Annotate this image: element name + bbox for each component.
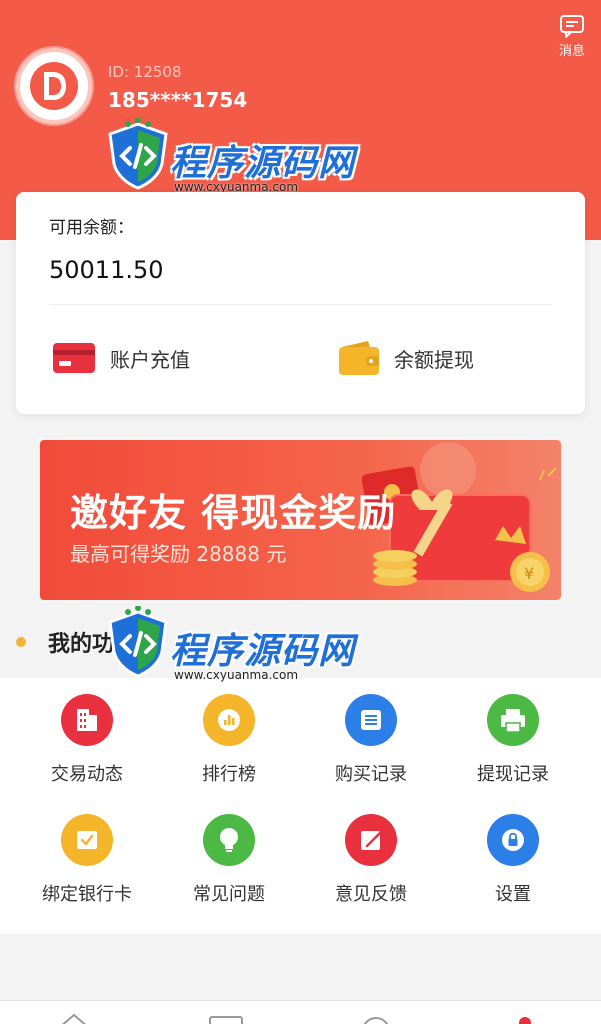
user-id: ID: 12508: [108, 63, 182, 81]
func-label: 交易动态: [51, 764, 123, 785]
recharge-button[interactable]: 账户充值: [52, 336, 190, 380]
list-icon: [345, 694, 397, 746]
banner-title: 邀好友 得现金奖励: [70, 491, 397, 535]
balance-value: 50011.50: [49, 256, 164, 284]
lock-icon: [487, 814, 539, 866]
orders-icon: [209, 1016, 243, 1024]
func-label: 设置: [495, 884, 531, 905]
func-settings[interactable]: 设置: [438, 814, 588, 906]
banner-subtitle: 最高可得奖励 28888 元: [70, 542, 287, 566]
section-title: 我的功能: [48, 632, 137, 657]
func-withdraw-records[interactable]: 提现记录: [438, 694, 588, 786]
balance-label: 可用余额：: [49, 218, 134, 238]
tab-home[interactable]: [54, 1011, 94, 1024]
func-label: 绑定银行卡: [42, 884, 132, 905]
divider: [49, 304, 552, 305]
func-faq[interactable]: 常见问题: [154, 814, 304, 906]
wallet-icon: [339, 341, 379, 375]
func-ranking[interactable]: 排行榜: [154, 694, 304, 786]
func-label: 排行榜: [202, 764, 256, 785]
recharge-label: 账户充值: [110, 347, 190, 372]
user-phone: 185****1754: [108, 88, 248, 112]
func-label: 提现记录: [477, 764, 549, 785]
building-icon: [61, 694, 113, 746]
watermark-title: 程序源码网: [170, 631, 356, 672]
card-check-icon: [61, 814, 113, 866]
function-grid: 交易动态 排行榜 购买记录 提现记录 绑定银行卡 常见问题 意见反馈 设置: [0, 678, 601, 934]
balance-card: 可用余额： 50011.50 账户充值 余额提现: [16, 192, 585, 414]
printer-icon: [487, 694, 539, 746]
message-icon: [560, 15, 584, 38]
tab-discover[interactable]: [356, 1011, 396, 1024]
tab-mine[interactable]: [505, 1011, 545, 1024]
tab-orders[interactable]: [206, 1011, 246, 1024]
func-label: 意见反馈: [335, 884, 407, 905]
bulb-icon: [203, 814, 255, 866]
func-label: 常见问题: [193, 884, 265, 905]
invite-banner[interactable]: ¥ 邀好友 得现金奖励 最高可得奖励 28888 元: [40, 440, 561, 600]
withdraw-button[interactable]: 余额提现: [338, 336, 474, 380]
home-icon: [61, 1013, 87, 1024]
section-header: 我的功能: [16, 622, 136, 662]
withdraw-label: 余额提现: [394, 347, 474, 372]
message-button[interactable]: 消息: [557, 14, 587, 59]
svg-text:¥: ¥: [524, 564, 534, 583]
func-trade-activity[interactable]: 交易动态: [12, 694, 162, 786]
credit-card-icon: [53, 343, 95, 373]
ranking-icon: [203, 694, 255, 746]
discover-icon: [363, 1017, 389, 1024]
message-label: 消息: [558, 44, 585, 59]
func-feedback[interactable]: 意见反馈: [296, 814, 446, 906]
func-bind-bank-card[interactable]: 绑定银行卡: [12, 814, 162, 906]
bullet-dot: [16, 637, 26, 647]
user-icon: [519, 1017, 531, 1024]
feedback-icon: [345, 814, 397, 866]
bottom-tab-bar: [0, 1000, 601, 1024]
func-label: 购买记录: [335, 764, 407, 785]
func-purchase-records[interactable]: 购买记录: [296, 694, 446, 786]
avatar[interactable]: [16, 48, 92, 124]
logo-d-icon: [30, 62, 78, 110]
